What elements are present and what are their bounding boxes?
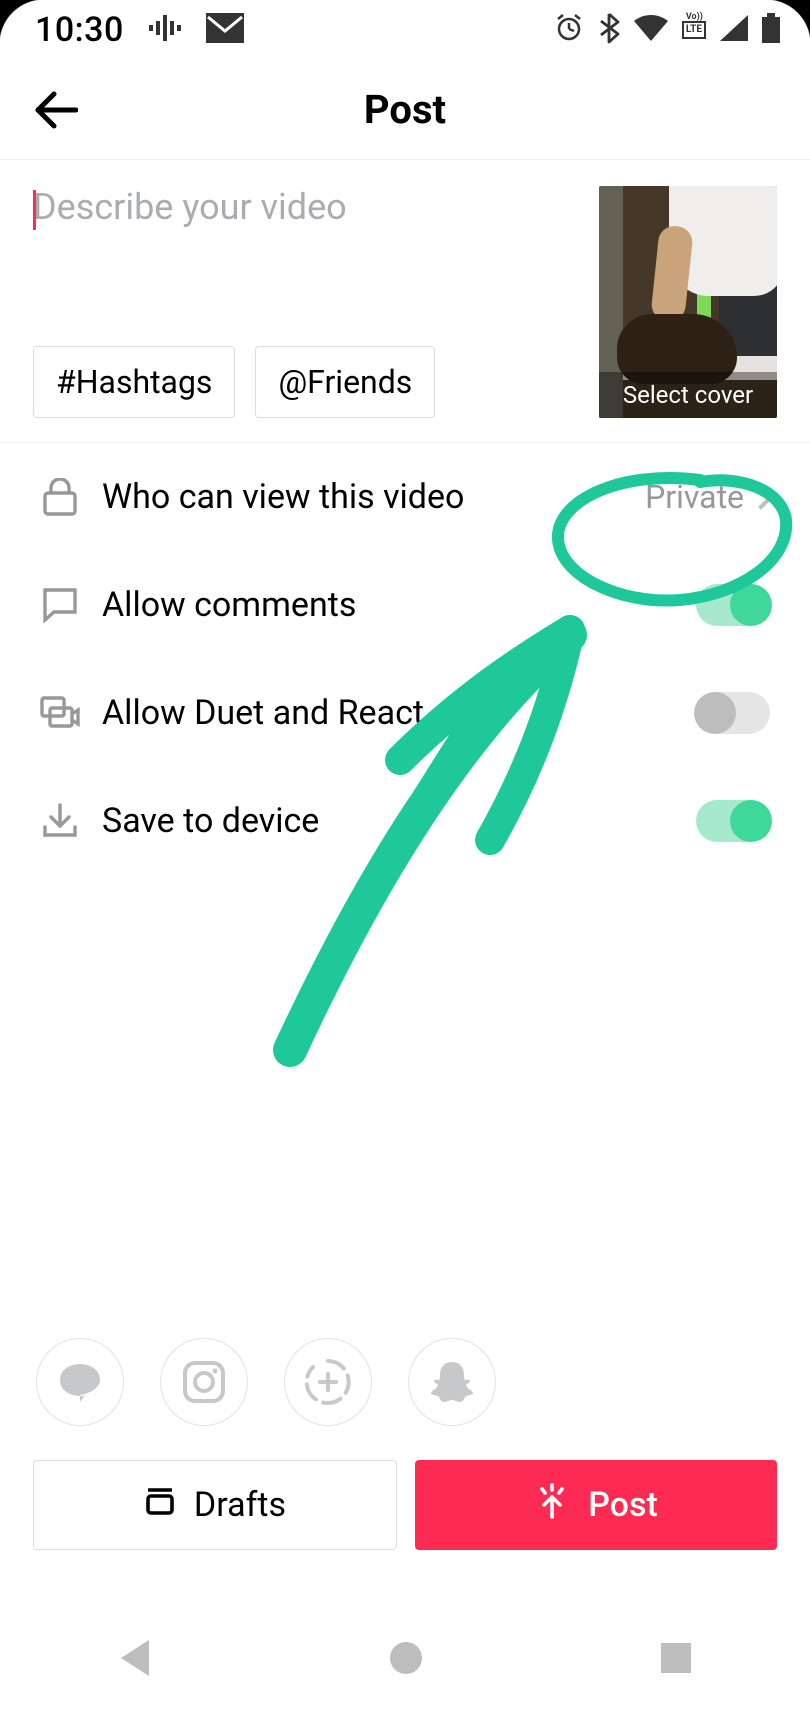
privacy-value: Private: [645, 478, 770, 516]
lock-icon: [40, 477, 80, 517]
alarm-icon: [554, 13, 584, 47]
caption-placeholder: Describe your video: [33, 186, 347, 228]
share-snapchat-button[interactable]: [408, 1338, 496, 1426]
post-settings: Who can view this video Private Allow co…: [0, 443, 810, 875]
page-title: Post: [364, 86, 446, 133]
status-time: 10:30: [35, 10, 124, 50]
nav-back-button[interactable]: [117, 1638, 153, 1682]
friends-chip[interactable]: @Friends: [255, 346, 435, 418]
post-icon: [534, 1483, 570, 1528]
privacy-label: Who can view this video: [102, 477, 645, 517]
action-buttons: Drafts Post: [0, 1460, 810, 1550]
chevron-right-icon: [748, 484, 773, 509]
app-header: Post: [0, 60, 810, 160]
wifi-icon: [634, 15, 668, 45]
duet-row: Allow Duet and React: [40, 659, 770, 767]
post-button[interactable]: Post: [415, 1460, 777, 1550]
caption-input[interactable]: Describe your video: [33, 186, 599, 306]
volte-icon: Vo))LTE: [682, 21, 706, 39]
cover-thumbnail[interactable]: Select cover: [599, 186, 777, 418]
drafts-label: Drafts: [194, 1485, 286, 1525]
post-label: Post: [588, 1485, 658, 1525]
nav-recent-button[interactable]: [659, 1641, 693, 1679]
voice-icon: [148, 11, 182, 49]
share-status-button[interactable]: [284, 1338, 372, 1426]
bluetooth-icon: [598, 12, 620, 48]
comments-toggle[interactable]: [696, 584, 770, 626]
save-label: Save to device: [102, 801, 696, 841]
download-icon: [40, 801, 80, 841]
comments-row: Allow comments: [40, 551, 770, 659]
save-row: Save to device: [40, 767, 770, 875]
duet-toggle[interactable]: [696, 692, 770, 734]
nav-home-button[interactable]: [388, 1640, 424, 1680]
save-toggle[interactable]: [696, 800, 770, 842]
share-message-button[interactable]: [36, 1338, 124, 1426]
duet-icon: [40, 693, 80, 733]
comment-icon: [40, 585, 80, 625]
signal-icon: [720, 15, 748, 45]
compose-area: Describe your video #Hashtags @Friends S…: [0, 160, 810, 443]
drafts-button[interactable]: Drafts: [33, 1460, 397, 1550]
share-instagram-button[interactable]: [160, 1338, 248, 1426]
android-navbar: [0, 1610, 810, 1710]
hashtags-chip[interactable]: #Hashtags: [33, 346, 235, 418]
status-bar: 10:30: [0, 0, 810, 60]
privacy-row[interactable]: Who can view this video Private: [40, 443, 770, 551]
duet-label: Allow Duet and React: [102, 693, 696, 733]
mail-icon: [206, 13, 244, 47]
hashtags-label: #Hashtags: [56, 363, 212, 401]
back-button[interactable]: [30, 85, 80, 135]
share-row: [0, 1338, 810, 1426]
drafts-icon: [144, 1485, 176, 1526]
comments-label: Allow comments: [102, 585, 696, 625]
friends-label: @Friends: [278, 363, 412, 401]
cover-label: Select cover: [599, 372, 777, 418]
